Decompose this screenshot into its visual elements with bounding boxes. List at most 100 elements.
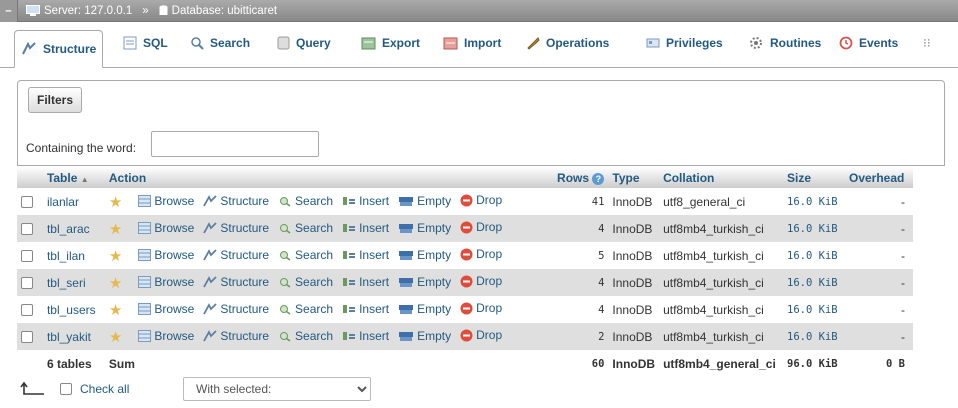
action-insert-link[interactable]: Insert [342,194,389,208]
row-checkbox[interactable] [21,277,33,290]
tab-structure[interactable]: Structure [14,30,104,68]
action-search-link[interactable]: Search [278,329,333,343]
search-icon [278,330,292,342]
action-empty-link[interactable]: Empty [398,302,451,316]
header-rows[interactable]: Rows ? [544,167,609,188]
header-collation[interactable]: Collation [659,167,784,188]
favorite-star-icon[interactable]: ★ [109,221,122,238]
action-structure-link[interactable]: Structure [203,329,269,343]
table-name-link[interactable]: tbl_arac [47,222,90,236]
row-checkbox[interactable] [21,250,33,263]
tab-import[interactable]: Import [437,30,507,56]
tab-events[interactable]: Events [833,30,904,56]
action-empty-link[interactable]: Empty [398,194,451,208]
tab-search[interactable]: Search [184,30,256,56]
tab-routines[interactable]: Routines [742,30,827,56]
action-insert-link[interactable]: Insert [342,302,389,316]
tab-query[interactable]: Query [271,30,337,56]
action-insert-link[interactable]: Insert [342,275,389,289]
action-search-link[interactable]: Search [278,221,333,235]
header-checkbox-col [17,167,43,188]
collation: utf8mb4_turkish_ci [659,323,784,350]
action-search-link[interactable]: Search [278,194,333,208]
with-selected-dropdown[interactable]: With selected: [183,377,371,401]
favorite-star-icon[interactable]: ★ [109,275,122,292]
table-name-link[interactable]: tbl_seri [47,276,86,290]
drop-icon [460,221,473,234]
insert-icon [342,222,356,234]
action-insert-link[interactable]: Insert [342,221,389,235]
action-structure-link[interactable]: Structure [203,302,269,316]
header-overhead[interactable]: Overhead [845,167,913,188]
server-link[interactable]: Server: 127.0.0.1 [44,5,132,17]
check-all-label[interactable]: Check all [80,382,129,396]
action-drop-link[interactable]: Drop [460,274,502,288]
favorite-star-icon[interactable]: ★ [109,194,122,211]
structure-icon [22,42,36,55]
table-name-link[interactable]: tbl_yakit [47,330,91,344]
action-drop-link[interactable]: Drop [460,301,502,315]
tab-more[interactable]: ⁝⁝ [917,30,937,56]
header-table[interactable]: Table ▲ [42,167,105,188]
tab-privileges[interactable]: Privileges [640,30,729,56]
tab-label: Import [464,36,502,50]
action-drop-link[interactable]: Drop [460,220,502,234]
tab-label: Structure [43,42,97,56]
header-type[interactable]: Type [608,167,660,188]
collapse-button[interactable]: – [0,0,18,22]
table-row: tbl_ilan ★ Browse Structure Search Insert Empt… [17,242,913,269]
import-icon [443,37,458,49]
favorite-star-icon[interactable]: ★ [109,329,122,346]
favorite-star-icon[interactable]: ★ [109,302,122,319]
row-checkbox[interactable] [21,331,33,344]
action-structure-link[interactable]: Structure [203,248,269,262]
action-search-link[interactable]: Search [278,302,333,316]
action-structure-link[interactable]: Structure [203,275,269,289]
row-checkbox[interactable] [21,304,33,317]
check-all-checkbox[interactable] [60,383,72,395]
action-browse-link[interactable]: Browse [138,275,194,289]
browse-icon [138,248,152,261]
action-empty-link[interactable]: Empty [398,275,451,289]
action-drop-link[interactable]: Drop [460,247,502,261]
action-empty-link[interactable]: Empty [398,221,451,235]
action-browse-link[interactable]: Browse [138,194,194,208]
header-size[interactable]: Size [783,167,845,188]
structure-icon [203,302,217,315]
tab-sql[interactable]: SQL [117,30,174,56]
summary-row: 6 tables Sum 60 InnoDB utf8mb4_general_ci 96.… [17,350,913,377]
tab-operations[interactable]: Operations [520,30,615,56]
table-name-link[interactable]: ilanlar [47,195,79,209]
drop-icon [460,194,473,207]
action-search-link[interactable]: Search [278,248,333,262]
row-checkbox[interactable] [21,223,33,236]
action-browse-link[interactable]: Browse [138,221,194,235]
table-name-link[interactable]: tbl_ilan [47,249,85,263]
breadcrumb: Server: 127.0.0.1 » Database: ubitticare… [18,5,277,17]
row-checkbox[interactable] [21,196,33,209]
action-browse-link[interactable]: Browse [138,248,194,262]
action-insert-link[interactable]: Insert [342,248,389,262]
tab-label: Events [859,36,899,50]
filter-input[interactable] [151,131,319,157]
tab-export[interactable]: Export [355,30,426,56]
database-link[interactable]: Database: ubitticaret [172,5,277,17]
action-structure-link[interactable]: Structure [203,194,269,208]
action-empty-link[interactable]: Empty [398,248,451,262]
action-structure-link[interactable]: Structure [203,221,269,235]
table-name-link[interactable]: tbl_users [47,303,96,317]
action-drop-link[interactable]: Drop [460,328,502,342]
favorite-star-icon[interactable]: ★ [109,248,122,265]
action-browse-link[interactable]: Browse [138,329,194,343]
insert-icon [342,303,356,315]
help-icon[interactable]: ? [592,172,605,185]
engine-type: InnoDB [608,188,660,215]
action-insert-link[interactable]: Insert [342,329,389,343]
filters-legend: Filters [28,87,83,113]
search-icon [191,37,204,50]
action-browse-link[interactable]: Browse [138,302,194,316]
action-drop-link[interactable]: Drop [460,193,502,207]
tab-label: Query [296,36,331,50]
action-empty-link[interactable]: Empty [398,329,451,343]
action-search-link[interactable]: Search [278,275,333,289]
